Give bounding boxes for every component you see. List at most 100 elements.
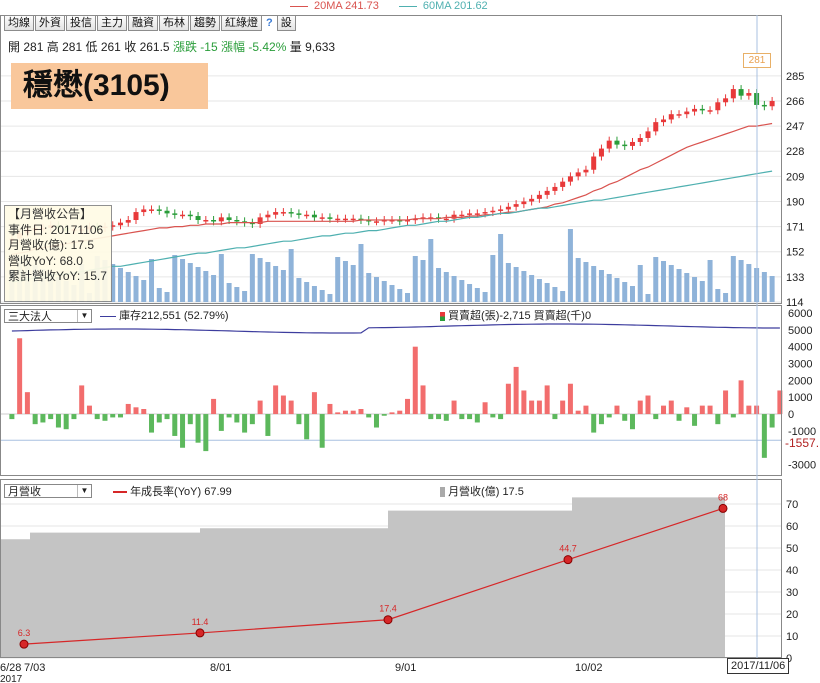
ma-button[interactable]: 均線 <box>4 15 34 31</box>
candle-body <box>591 156 597 170</box>
buysell-bar <box>319 414 325 448</box>
candle-body <box>482 212 488 214</box>
volume-bar <box>567 229 573 302</box>
major-button[interactable]: 主力 <box>97 15 127 31</box>
buysell-bar <box>350 410 356 415</box>
buysell-bar <box>79 385 85 415</box>
volume-bar <box>738 260 744 302</box>
buysell-bar <box>428 414 434 420</box>
candle-body <box>723 98 729 103</box>
trend-button[interactable]: 趨勢 <box>190 15 220 31</box>
buysell-bar <box>17 338 23 415</box>
buysell-bar <box>242 414 248 433</box>
buysell-bar <box>746 405 752 415</box>
ma20-legend: 20MA 241.73 <box>314 0 379 12</box>
buysell-bar <box>692 414 698 426</box>
volume-bar <box>474 288 480 302</box>
candle-body <box>606 140 612 149</box>
buysell-bar <box>86 405 92 415</box>
volume-bar <box>622 282 628 302</box>
candle-body <box>583 169 589 173</box>
candle-body <box>614 140 620 145</box>
candle-body <box>676 114 682 116</box>
volume-bar <box>629 286 635 302</box>
candle-body <box>567 176 573 182</box>
buysell-bar <box>366 414 372 418</box>
buysell-bar <box>234 414 240 423</box>
buysell-bar <box>645 395 651 415</box>
institutional-bars <box>9 323 783 458</box>
x-tick-label: 10/02 <box>575 662 603 674</box>
buysell-bar <box>715 414 721 425</box>
candle-body <box>265 214 271 218</box>
candle-body <box>133 212 139 220</box>
settings-button[interactable]: 設 <box>276 15 296 31</box>
volume-bar <box>544 283 550 302</box>
buysell-bar <box>490 414 496 418</box>
buysell-bar <box>567 383 573 415</box>
yoy-point-label: 11.4 <box>192 617 209 627</box>
inventory-legend: 庫存212,551 (52.79%) <box>100 307 229 323</box>
volume-bar <box>172 255 178 302</box>
buysell-bar <box>723 390 729 415</box>
candle-body <box>288 212 294 214</box>
inventory-legend-text: 庫存212,551 (52.79%) <box>119 310 229 322</box>
fundamental-select[interactable]: 月營收 ▼ <box>4 484 92 498</box>
last-buysell-value: -1557. <box>785 436 820 450</box>
volume-bar <box>311 286 317 302</box>
traffic-light-button[interactable]: 紅綠燈 <box>221 15 262 31</box>
buysell-bar <box>71 414 77 420</box>
buysell-bar <box>552 414 558 420</box>
help-icon[interactable]: ? <box>263 15 276 31</box>
volume-bar <box>342 261 348 302</box>
foreign-button[interactable]: 外資 <box>35 15 65 31</box>
buysell-bar <box>536 400 542 415</box>
volume-bar <box>335 257 341 302</box>
trust-button[interactable]: 投信 <box>66 15 96 31</box>
buysell-bar <box>180 414 186 448</box>
bollinger-button[interactable]: 布林 <box>159 15 189 31</box>
volume-bar <box>676 269 682 302</box>
volume-bar <box>591 266 597 302</box>
chevron-down-icon[interactable]: ▼ <box>77 310 91 322</box>
close-value: 261.5 <box>139 40 170 54</box>
revenue-tick-label: 40 <box>786 565 798 577</box>
volume-bar <box>614 278 620 302</box>
price-tick-label: 266 <box>786 96 804 108</box>
buysell-bar <box>560 400 566 415</box>
buysell-bar <box>373 414 379 428</box>
buysell-bar <box>172 414 178 436</box>
price-panel-frame <box>0 15 782 304</box>
margin-button[interactable]: 融資 <box>128 15 158 31</box>
candle-body <box>707 110 713 112</box>
buysell-bar <box>606 414 612 418</box>
candle-body <box>443 218 449 221</box>
buysell-bar <box>451 400 457 415</box>
buysell-bar <box>342 410 348 415</box>
candle-body <box>544 190 550 195</box>
buysell-bar <box>117 414 123 418</box>
chevron-down-icon[interactable]: ▼ <box>77 485 91 497</box>
volume-bar <box>211 275 217 302</box>
yoy-legend-text: 年成長率(YoY) 67.99 <box>130 486 232 498</box>
volume-bar <box>490 255 496 302</box>
buysell-bar <box>311 392 317 415</box>
yoy-point <box>19 639 29 649</box>
volume-bar <box>156 288 162 302</box>
buysell-bar <box>102 414 108 421</box>
candle-body <box>335 218 341 221</box>
x-tick-label: 6/28 <box>0 662 21 674</box>
price-tick-label: 171 <box>786 222 804 234</box>
toolbar: 均線 外資 投信 主力 融資 布林 趨勢 紅綠燈 ? 設 <box>4 15 296 31</box>
institution-select[interactable]: 三大法人 ▼ <box>4 309 92 323</box>
volume-bar <box>273 266 279 302</box>
x-tick-label: 8/01 <box>210 662 231 674</box>
candle-body <box>125 220 131 223</box>
buysell-bar <box>521 390 527 415</box>
monthly-revenue-area <box>0 497 725 658</box>
yoy-point <box>718 503 728 513</box>
candle-body <box>467 213 473 215</box>
buysell-bar <box>265 414 271 436</box>
candle-body <box>164 210 170 214</box>
revenue-tick-label: 10 <box>786 631 798 643</box>
